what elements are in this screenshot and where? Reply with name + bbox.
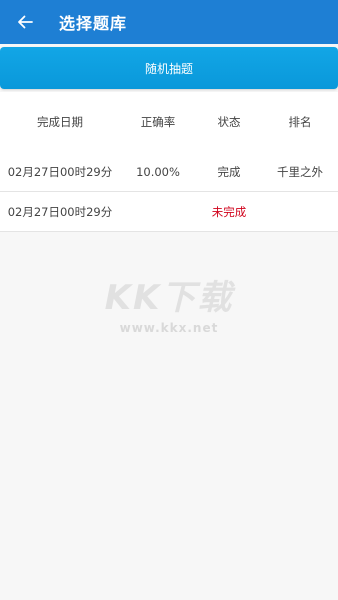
back-button[interactable] <box>14 11 36 33</box>
random-draw-button[interactable]: 随机抽题 <box>0 47 338 89</box>
row-rank: 千里之外 <box>277 164 323 179</box>
header-accuracy: 正确率 <box>140 115 176 129</box>
header-rank: 排名 <box>288 115 312 129</box>
row-status: 未完成 <box>211 204 247 219</box>
table-row[interactable]: 02月27日00时29分 10.00% 完成 千里之外 <box>0 152 338 192</box>
arrow-left-icon <box>18 15 33 29</box>
results-table: 完成日期 正确率 状态 排名 02月27日00时29分 10.00% 完成 千里… <box>0 92 338 232</box>
header-status: 状态 <box>217 115 241 129</box>
row-accuracy: 10.00% <box>136 164 180 179</box>
watermark: KK下载 www.kkx.net <box>0 270 338 335</box>
table-row[interactable]: 02月27日00时29分 未完成 <box>0 192 338 232</box>
header-completion-date: 完成日期 <box>37 115 83 129</box>
table-header: 完成日期 正确率 状态 排名 <box>0 92 338 152</box>
row-date: 02月27日00时29分 <box>7 164 113 179</box>
watermark-url: www.kkx.net <box>119 321 219 335</box>
watermark-logo: KK下载 <box>104 278 234 318</box>
row-status: 完成 <box>217 164 241 179</box>
row-date: 02月27日00时29分 <box>7 204 113 219</box>
page-title: 选择题库 <box>59 14 128 33</box>
app-bar: 选择题库 <box>0 0 338 44</box>
